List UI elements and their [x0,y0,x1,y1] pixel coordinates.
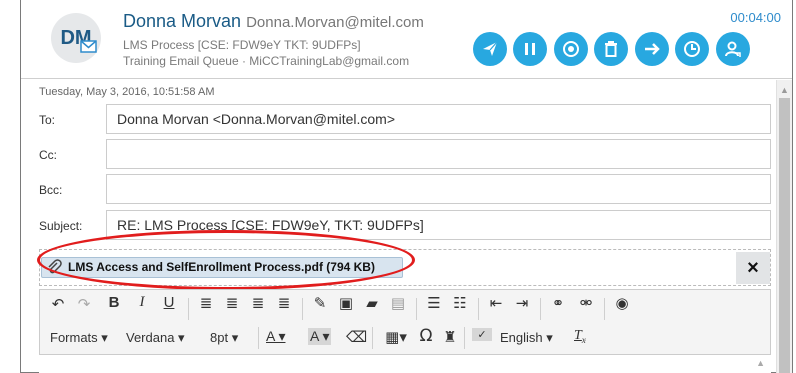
bcc-field[interactable] [106,174,771,204]
spellcheck-icon[interactable]: ✓ [472,328,492,341]
align-right-icon[interactable]: ≣ [248,294,268,312]
record-icon [563,41,579,57]
toolbar-divider [478,298,479,320]
toolbar-divider [302,298,303,320]
vertical-scrollbar[interactable]: ▲ [776,80,792,373]
toolbar-divider [372,327,373,349]
undo-icon[interactable]: ↶ [48,295,68,313]
toolbar-divider [188,298,189,320]
email-panel: DM Donna Morvan Donna.Morvan@mitel.com L… [20,0,793,373]
attach-file-icon[interactable]: ✎ [310,294,330,312]
paint-format-icon[interactable]: ▰ [362,294,382,312]
insert-image-icon[interactable]: ▣ [336,294,356,312]
delete-icon [605,41,617,57]
remove-attachment-button[interactable]: × [736,252,770,284]
font-family-dropdown[interactable]: Verdana ▾ [126,330,185,346]
find-binoculars-icon[interactable]: ♜ [440,328,460,346]
formats-label: Formats [50,330,98,345]
transfer-user-icon [725,41,741,57]
justify-icon[interactable]: ≣ [274,294,294,312]
outdent-icon[interactable]: ⇤ [486,294,506,312]
conversation-header: DM Donna Morvan Donna.Morvan@mitel.com L… [21,0,792,79]
pause-icon [525,43,535,55]
subject-label: Subject: [39,219,83,233]
forward-button[interactable] [635,32,669,66]
preview-eye-icon[interactable]: ◉ [612,294,632,312]
toolbar-divider [416,298,417,320]
send-icon [483,41,498,56]
bullet-list-icon[interactable]: ☰ [424,294,444,312]
forward-icon [645,43,660,55]
cc-label: Cc: [39,148,57,162]
text-color-icon[interactable]: A ▾ [266,328,285,345]
schedule-button[interactable] [675,32,709,66]
insert-template-icon[interactable]: ▤ [388,294,408,312]
language-label: English [500,330,543,345]
body-scroll-up-icon[interactable]: ▲ [756,358,765,368]
bold-icon[interactable]: B [104,294,124,311]
align-center-icon[interactable]: ≣ [222,294,242,312]
to-label: To: [39,113,56,127]
scroll-up-icon[interactable]: ▲ [780,85,789,95]
size-label: 8pt [210,330,229,345]
link-icon[interactable]: ⚭ [548,294,568,312]
handling-timer: 00:04:00 [730,10,781,25]
remove-format-icon[interactable]: Tx [574,328,586,345]
font-label: Verdana [126,330,175,345]
formats-dropdown[interactable]: Formats ▾ [50,330,108,346]
send-button[interactable] [473,32,507,66]
sender-email: Donna.Morvan@mitel.com [246,14,424,31]
record-button[interactable] [554,32,588,66]
language-dropdown[interactable]: English ▾ [500,330,553,346]
bcc-label: Bcc: [39,183,63,197]
message-date: Tuesday, May 3, 2016, 10:51:58 AM [39,86,215,98]
numbered-list-icon[interactable]: ☷ [450,294,470,312]
unlink-icon[interactable]: ⚮ [576,294,596,312]
sender-line: Donna Morvan Donna.Morvan@mitel.com [123,11,424,32]
queue-line: Training Email Queue · MiCCTrainingLab@g… [123,54,410,68]
email-reply-window: DM Donna Morvan Donna.Morvan@mitel.com L… [0,0,796,373]
toolbar-divider [258,327,259,349]
redo-icon[interactable]: ↷ [74,295,94,313]
underline-icon[interactable]: U [159,294,179,311]
font-size-dropdown[interactable]: 8pt ▾ [210,330,238,346]
cc-field[interactable] [106,139,771,169]
table-icon[interactable]: ▦▾ [380,328,412,346]
transfer-button[interactable] [716,32,750,66]
sender-name: Donna Morvan [123,11,242,31]
envelope-icon [80,40,97,53]
toolbar-divider [464,327,465,349]
clear-format-brush-icon[interactable]: ⌫ [346,328,367,346]
schedule-icon [684,41,700,57]
message-body-editor[interactable]: ▲ [39,354,771,373]
special-character-icon[interactable]: Ω [416,326,436,346]
toolbar-divider [604,298,605,320]
case-subject: LMS Process [CSE: FDW9eY TKT: 9UDFPs] [123,38,361,52]
indent-icon[interactable]: ⇥ [512,294,532,312]
align-left-icon[interactable]: ≣ [196,294,216,312]
italic-icon[interactable]: I [132,294,152,311]
red-highlight-annotation [37,230,415,290]
highlight-color-icon[interactable]: A ▾ [308,328,332,345]
pause-button[interactable] [513,32,547,66]
toolbar-divider [540,298,541,320]
scrollbar-thumb[interactable] [779,98,790,373]
to-field[interactable]: Donna Morvan <Donna.Morvan@mitel.com> [106,104,771,134]
delete-button[interactable] [594,32,628,66]
